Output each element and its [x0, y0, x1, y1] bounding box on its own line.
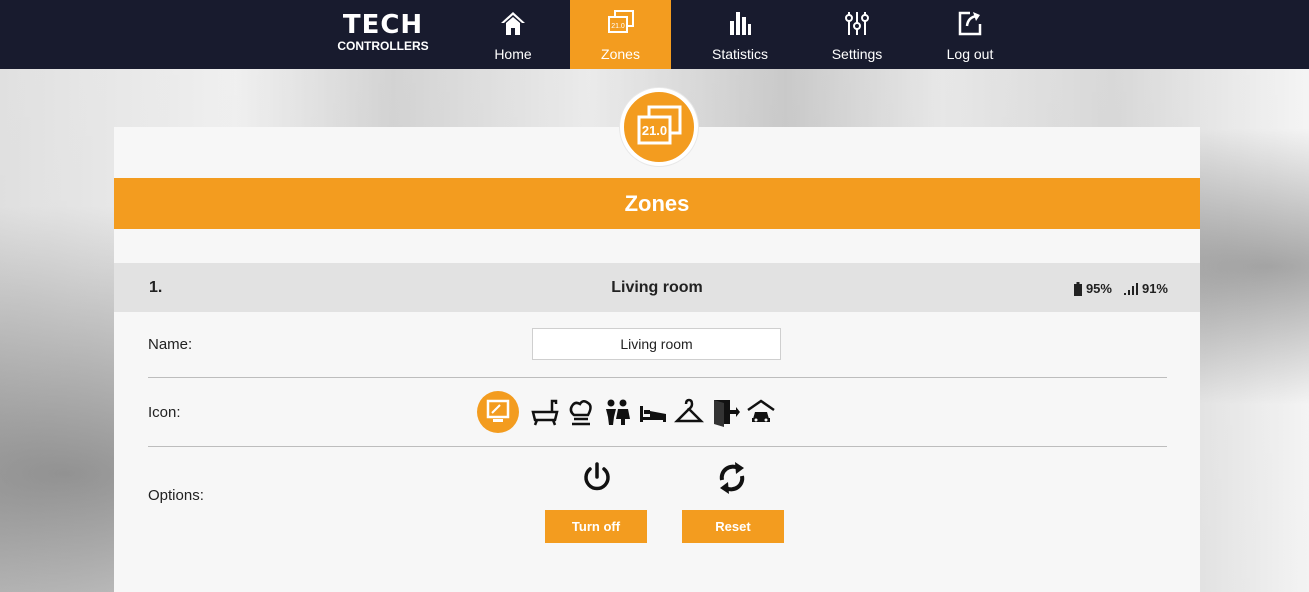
garage-car-icon: [747, 399, 775, 422]
reset-icon[interactable]: [714, 460, 750, 496]
signal-level: 91%: [1141, 281, 1168, 296]
icon-option-door-exit[interactable]: [707, 394, 743, 430]
power-icon[interactable]: [579, 460, 615, 496]
door-exit-icon: [714, 400, 740, 427]
settings-icon: [845, 12, 869, 35]
bed-icon: [640, 406, 666, 422]
nav-logout-label: Log out: [946, 46, 994, 62]
icon-option-bed[interactable]: [635, 394, 671, 430]
icon-option-hanger[interactable]: [671, 394, 707, 430]
monitor-icon: [486, 399, 510, 422]
turn-off-button[interactable]: Turn off: [545, 510, 647, 543]
icon-option-children[interactable]: [599, 394, 635, 430]
page-title: Zones: [114, 178, 1200, 229]
zones-hero-icon: 21.0: [620, 88, 698, 166]
zones-icon: 21.0: [607, 10, 634, 33]
divider: [148, 377, 1167, 378]
nav-home-label: Home: [494, 46, 532, 62]
top-nav-bar: TECH CONTROLLERS Home 21.0 Zones Statist…: [0, 0, 1309, 69]
nav-statistics[interactable]: Statistics: [700, 0, 780, 69]
nav-statistics-label: Statistics: [711, 46, 768, 62]
chef-hat-icon: [569, 400, 592, 426]
nav-zones-label: Zones: [601, 46, 640, 62]
icon-option-monitor[interactable]: [477, 391, 519, 433]
battery-icon: [1073, 281, 1082, 296]
zone-header: 1. Living room 95% 91%: [114, 263, 1200, 312]
reset-button[interactable]: Reset: [682, 510, 784, 543]
logo-mark: TECH: [342, 10, 424, 40]
zones-icon-value: 21.0: [611, 23, 625, 30]
statistics-icon: [730, 12, 751, 35]
options-label: Options:: [148, 487, 204, 504]
name-label: Name:: [148, 336, 193, 353]
children-icon: [606, 399, 630, 425]
nav-settings-label: Settings: [831, 46, 883, 62]
zone-name: Living room: [611, 279, 703, 296]
icon-label: Icon:: [148, 404, 181, 421]
zone-name-input[interactable]: [532, 328, 781, 360]
logo-subtitle: CONTROLLERS: [337, 39, 429, 53]
signal-icon: [1123, 282, 1138, 295]
battery-level: 95%: [1085, 281, 1112, 296]
icon-option-chef-hat[interactable]: [563, 394, 599, 430]
home-icon: [501, 12, 525, 35]
hero-icon-value: 21.0: [642, 123, 667, 138]
tech-logo[interactable]: TECH CONTROLLERS: [331, 12, 435, 58]
icon-option-bathtub[interactable]: [527, 394, 563, 430]
zone-status: 95% 91%: [1073, 281, 1168, 296]
bathtub-icon: [531, 399, 559, 426]
nav-logout[interactable]: Log out: [930, 0, 1010, 69]
nav-settings[interactable]: Settings: [817, 0, 897, 69]
divider: [148, 446, 1167, 447]
hanger-icon: [674, 398, 704, 423]
logout-icon: [958, 11, 982, 36]
nav-home[interactable]: Home: [480, 0, 546, 69]
nav-zones[interactable]: 21.0 Zones: [570, 0, 671, 69]
icon-option-garage-car[interactable]: [743, 394, 779, 430]
zones-icon: 21.0: [637, 105, 682, 145]
